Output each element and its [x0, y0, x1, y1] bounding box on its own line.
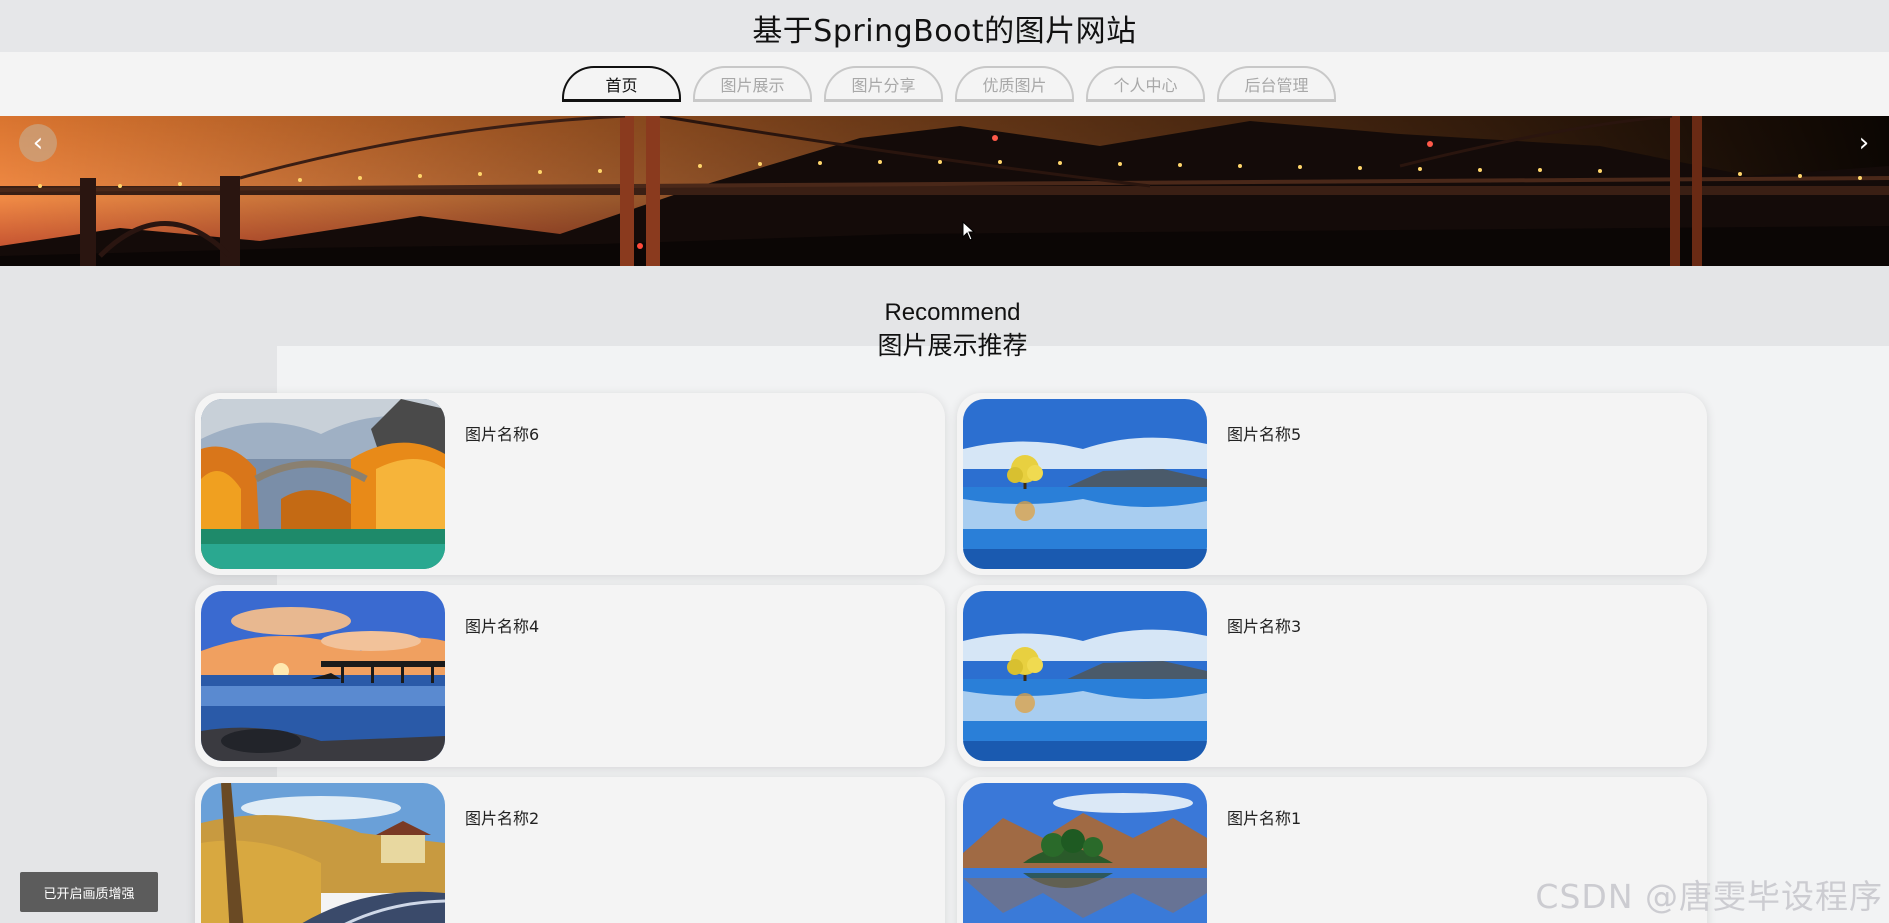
banner-carousel[interactable]: ‹ ›: [0, 116, 1889, 266]
picture-thumbnail[interactable]: [201, 783, 445, 923]
csdn-watermark: CSDN @唐雯毕设程序: [1535, 877, 1883, 916]
mouse-cursor-icon: [962, 221, 976, 241]
quality-enhance-badge[interactable]: 已开启画质增强: [20, 872, 158, 912]
picture-name[interactable]: 图片名称4: [465, 613, 539, 637]
carousel-prev-button[interactable]: ‹: [19, 124, 57, 162]
picture-card[interactable]: 图片名称4: [195, 585, 945, 767]
picture-card[interactable]: 图片名称2: [195, 777, 945, 923]
banner-image-golden-gate-bridge: [0, 116, 1889, 266]
nav-item-admin[interactable]: 后台管理: [1217, 66, 1336, 102]
nav-item-profile[interactable]: 个人中心: [1086, 66, 1205, 102]
picture-card[interactable]: 图片名称3: [957, 585, 1707, 767]
picture-name[interactable]: 图片名称6: [465, 421, 539, 445]
title-bar: 基于SpringBoot的图片网站: [0, 0, 1889, 52]
picture-thumbnail[interactable]: [201, 399, 445, 569]
picture-thumbnail[interactable]: [963, 399, 1207, 569]
recommend-heading: Recommend 图片展示推荐: [0, 298, 1889, 364]
carousel-next-button[interactable]: ›: [1845, 124, 1883, 162]
page: 基于SpringBoot的图片网站 首页 图片展示 图片分享 优质图片 个人中心…: [0, 0, 1889, 923]
picture-thumbnail[interactable]: [963, 591, 1207, 761]
picture-thumbnail[interactable]: [201, 591, 445, 761]
recommend-title-en: Recommend: [884, 299, 1021, 326]
picture-thumbnail[interactable]: [963, 783, 1207, 923]
chevron-right-icon: ›: [1858, 128, 1870, 158]
nav-item-gallery[interactable]: 图片展示: [693, 66, 812, 102]
chevron-left-icon: ‹: [32, 128, 44, 158]
picture-name[interactable]: 图片名称3: [1227, 613, 1301, 637]
site-title: 基于SpringBoot的图片网站: [752, 14, 1137, 49]
picture-name[interactable]: 图片名称1: [1227, 805, 1301, 829]
nav-item-home[interactable]: 首页: [562, 66, 681, 102]
picture-card[interactable]: 图片名称5: [957, 393, 1707, 575]
main-nav: 首页 图片展示 图片分享 优质图片 个人中心 后台管理: [0, 52, 1889, 116]
nav-list: 首页 图片展示 图片分享 优质图片 个人中心 后台管理: [562, 66, 1336, 102]
picture-name[interactable]: 图片名称5: [1227, 421, 1301, 445]
nav-item-featured[interactable]: 优质图片: [955, 66, 1074, 102]
recommend-title-cn: 图片展示推荐: [877, 331, 1028, 360]
picture-card[interactable]: 图片名称6: [195, 393, 945, 575]
picture-name[interactable]: 图片名称2: [465, 805, 539, 829]
nav-item-share[interactable]: 图片分享: [824, 66, 943, 102]
